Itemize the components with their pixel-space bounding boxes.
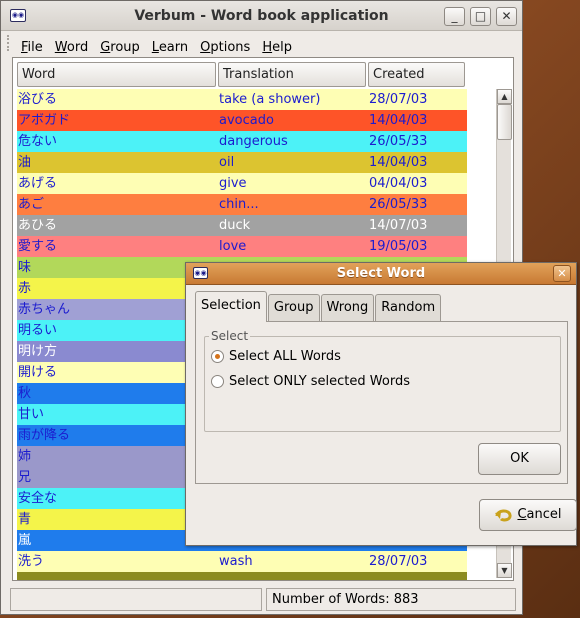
translation-cell: chin... xyxy=(219,197,259,212)
translation-cell: duck xyxy=(219,218,251,233)
menu-label-rest: ord xyxy=(66,39,89,55)
table-row[interactable]: 危ない dangerous 26/05/33 xyxy=(17,131,467,152)
select-group: Select Select ALL Words Select ONLY sele… xyxy=(204,329,561,432)
select-word-dialog: ◉◉ Select Word ✕ Selection Group Wrong R… xyxy=(185,262,577,546)
column-header-row: Word Translation Created xyxy=(17,62,467,88)
created-cell: 19/05/03 xyxy=(369,239,428,254)
word-cell: 洗う xyxy=(18,554,45,569)
word-cell: 浴びる xyxy=(18,92,58,107)
scroll-thumb[interactable] xyxy=(497,104,512,140)
menu-bar: File Word Group Learn Options Help xyxy=(1,31,522,55)
created-cell: 14/07/03 xyxy=(369,218,428,233)
table-row[interactable]: 油 oil 14/04/03 xyxy=(17,152,467,173)
word-cell: あご xyxy=(18,197,45,212)
menu-label-rest: earn xyxy=(158,39,189,55)
created-cell: 26/05/33 xyxy=(369,134,428,149)
translation-cell: oil xyxy=(219,155,235,170)
radio-select-only-label: Select ONLY selected Words xyxy=(229,374,410,389)
cancel-label-rest: ancel xyxy=(526,507,562,522)
tab-group[interactable]: Group xyxy=(267,294,320,321)
table-row[interactable]: あご chin... 26/05/33 xyxy=(17,194,467,215)
close-button[interactable]: ✕ xyxy=(496,7,517,26)
translation-cell: take (a shower) xyxy=(219,92,321,107)
dialog-title: Select Word xyxy=(336,266,426,281)
menu-mnemonic: L xyxy=(151,39,159,55)
menu-learn[interactable]: Learn xyxy=(146,40,194,55)
menu-label-rest: roup xyxy=(110,39,140,55)
translation-cell: avocado xyxy=(219,113,274,128)
radio-selected-icon[interactable] xyxy=(211,350,224,363)
menu-mnemonic: H xyxy=(262,39,273,55)
menu-file[interactable]: File xyxy=(15,40,49,55)
table-row[interactable]: あげる give 04/04/03 xyxy=(17,173,467,194)
scroll-up-icon[interactable]: ▲ xyxy=(497,89,512,104)
menu-mnemonic: G xyxy=(100,39,111,55)
ok-button[interactable]: OK xyxy=(478,443,561,475)
status-bar: Number of Words: 883 xyxy=(10,588,516,612)
selection-panel: Select Select ALL Words Select ONLY sele… xyxy=(195,321,568,484)
translation-cell: love xyxy=(219,239,247,254)
column-header-word[interactable]: Word xyxy=(17,62,216,87)
dialog-title-bar[interactable]: ◉◉ Select Word ✕ xyxy=(186,263,576,285)
table-row[interactable]: 洗う wash 28/07/03 xyxy=(17,551,467,572)
translation-cell xyxy=(218,572,368,580)
radio-select-only[interactable]: Select ONLY selected Words xyxy=(211,374,410,389)
created-cell: 14/04/03 xyxy=(369,113,428,128)
maximize-button[interactable]: □ xyxy=(470,7,491,26)
status-left xyxy=(10,588,262,611)
translation-cell: give xyxy=(219,176,247,191)
cancel-mnemonic: C xyxy=(517,507,527,522)
column-header-created[interactable]: Created xyxy=(368,62,465,87)
table-row[interactable]: 浴びる take (a shower) 28/07/03 xyxy=(17,89,467,110)
menu-grip[interactable] xyxy=(7,35,11,51)
created-cell: 28/07/03 xyxy=(369,92,428,107)
radio-unselected-icon[interactable] xyxy=(211,375,224,388)
table-row[interactable]: アボガド avocado 14/04/03 xyxy=(17,110,467,131)
tab-wrong[interactable]: Wrong xyxy=(320,294,375,321)
table-row[interactable]: あひる duck 14/07/03 xyxy=(17,215,467,236)
created-cell xyxy=(368,572,467,580)
radio-select-all-label: Select ALL Words xyxy=(229,349,341,364)
column-header-translation[interactable]: Translation xyxy=(218,62,366,87)
scroll-down-icon[interactable]: ▼ xyxy=(497,563,512,578)
menu-label-rest: ile xyxy=(27,39,43,55)
menu-options[interactable]: Options xyxy=(194,40,256,55)
word-cell: 愛する xyxy=(18,239,58,254)
cancel-button[interactable]: Cancel xyxy=(479,499,577,531)
table-row[interactable]: 愛する love 19/05/03 xyxy=(17,236,467,257)
word-cell: あげる xyxy=(18,176,58,191)
created-cell: 26/05/33 xyxy=(369,197,428,212)
created-cell: 14/04/03 xyxy=(369,155,428,170)
word-count: Number of Words: 883 xyxy=(266,588,516,611)
title-bar[interactable]: ◉◉ Verbum - Word book application _ □ ✕ xyxy=(1,1,522,31)
word-cell: 油 xyxy=(18,155,32,170)
dialog-tabs: Selection Group Wrong Random xyxy=(195,291,442,322)
radio-select-all[interactable]: Select ALL Words xyxy=(211,349,341,364)
menu-word[interactable]: Word xyxy=(49,40,94,55)
tab-random[interactable]: Random xyxy=(375,294,442,321)
translation-cell: dangerous xyxy=(219,134,288,149)
tab-selection[interactable]: Selection xyxy=(195,291,267,322)
select-group-label: Select xyxy=(209,329,251,343)
menu-label-rest: elp xyxy=(272,39,292,55)
created-cell: 04/04/03 xyxy=(369,176,428,191)
created-cell: 28/07/03 xyxy=(369,554,428,569)
word-cell: 危ない xyxy=(18,134,58,149)
menu-help[interactable]: Help xyxy=(256,40,298,55)
table-row[interactable] xyxy=(17,572,467,580)
undo-icon xyxy=(495,509,512,521)
dialog-close-icon[interactable]: ✕ xyxy=(553,265,571,282)
minimize-button[interactable]: _ xyxy=(444,7,465,26)
menu-mnemonic: O xyxy=(200,39,211,55)
menu-label-rest: ptions xyxy=(210,39,251,55)
translation-cell: wash xyxy=(219,554,253,569)
menu-group[interactable]: Group xyxy=(94,40,146,55)
word-cell xyxy=(17,572,218,580)
word-cell: アボガド xyxy=(18,113,71,128)
word-cell: あひる xyxy=(18,218,58,233)
menu-mnemonic: W xyxy=(54,39,67,55)
